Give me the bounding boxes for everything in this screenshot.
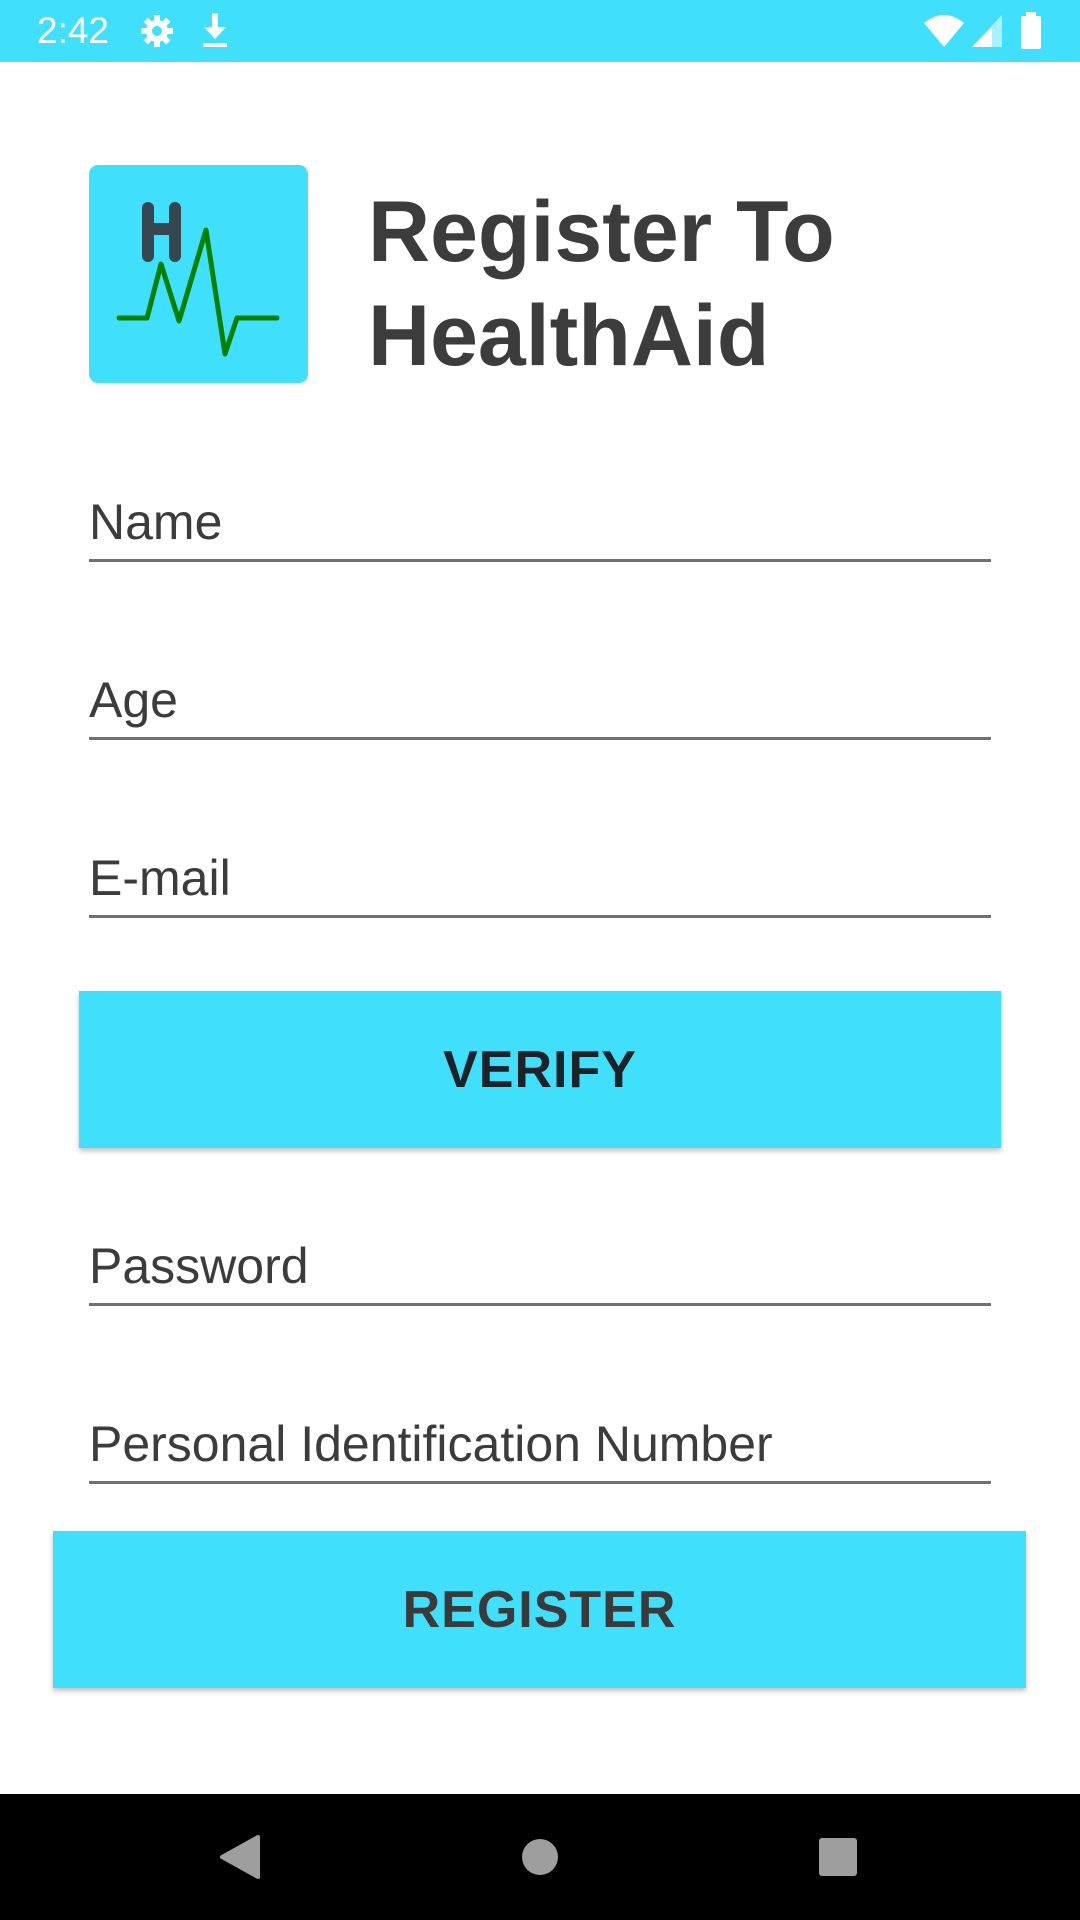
age-input[interactable] (89, 670, 991, 737)
home-icon (522, 1839, 558, 1875)
pin-field[interactable] (89, 1414, 991, 1484)
home-button[interactable] (480, 1794, 600, 1920)
name-input[interactable] (89, 492, 991, 559)
register-button[interactable]: REGISTER (53, 1531, 1026, 1688)
wifi-icon (922, 13, 966, 54)
pin-input[interactable] (89, 1414, 991, 1481)
status-time: 2:42 (37, 10, 110, 51)
age-field[interactable] (89, 670, 991, 740)
heartbeat-logo-icon (116, 202, 280, 357)
status-bar: 2:42 (0, 0, 1080, 62)
email-field[interactable] (89, 848, 991, 918)
battery-icon (1019, 12, 1043, 55)
app-logo (89, 165, 308, 383)
verify-button[interactable]: VERIFY (79, 991, 1001, 1148)
recents-button[interactable] (778, 1794, 898, 1920)
gear-icon (139, 13, 175, 54)
password-field[interactable] (89, 1236, 991, 1306)
page-title: Register To HealthAid (368, 184, 835, 384)
password-input[interactable] (89, 1236, 991, 1303)
back-icon (220, 1835, 260, 1879)
signal-icon (970, 13, 1004, 54)
back-button[interactable] (180, 1794, 300, 1920)
navigation-bar (0, 1794, 1080, 1920)
recents-icon (819, 1838, 857, 1876)
email-input[interactable] (89, 848, 991, 915)
name-field[interactable] (89, 492, 991, 562)
download-icon (200, 11, 230, 54)
